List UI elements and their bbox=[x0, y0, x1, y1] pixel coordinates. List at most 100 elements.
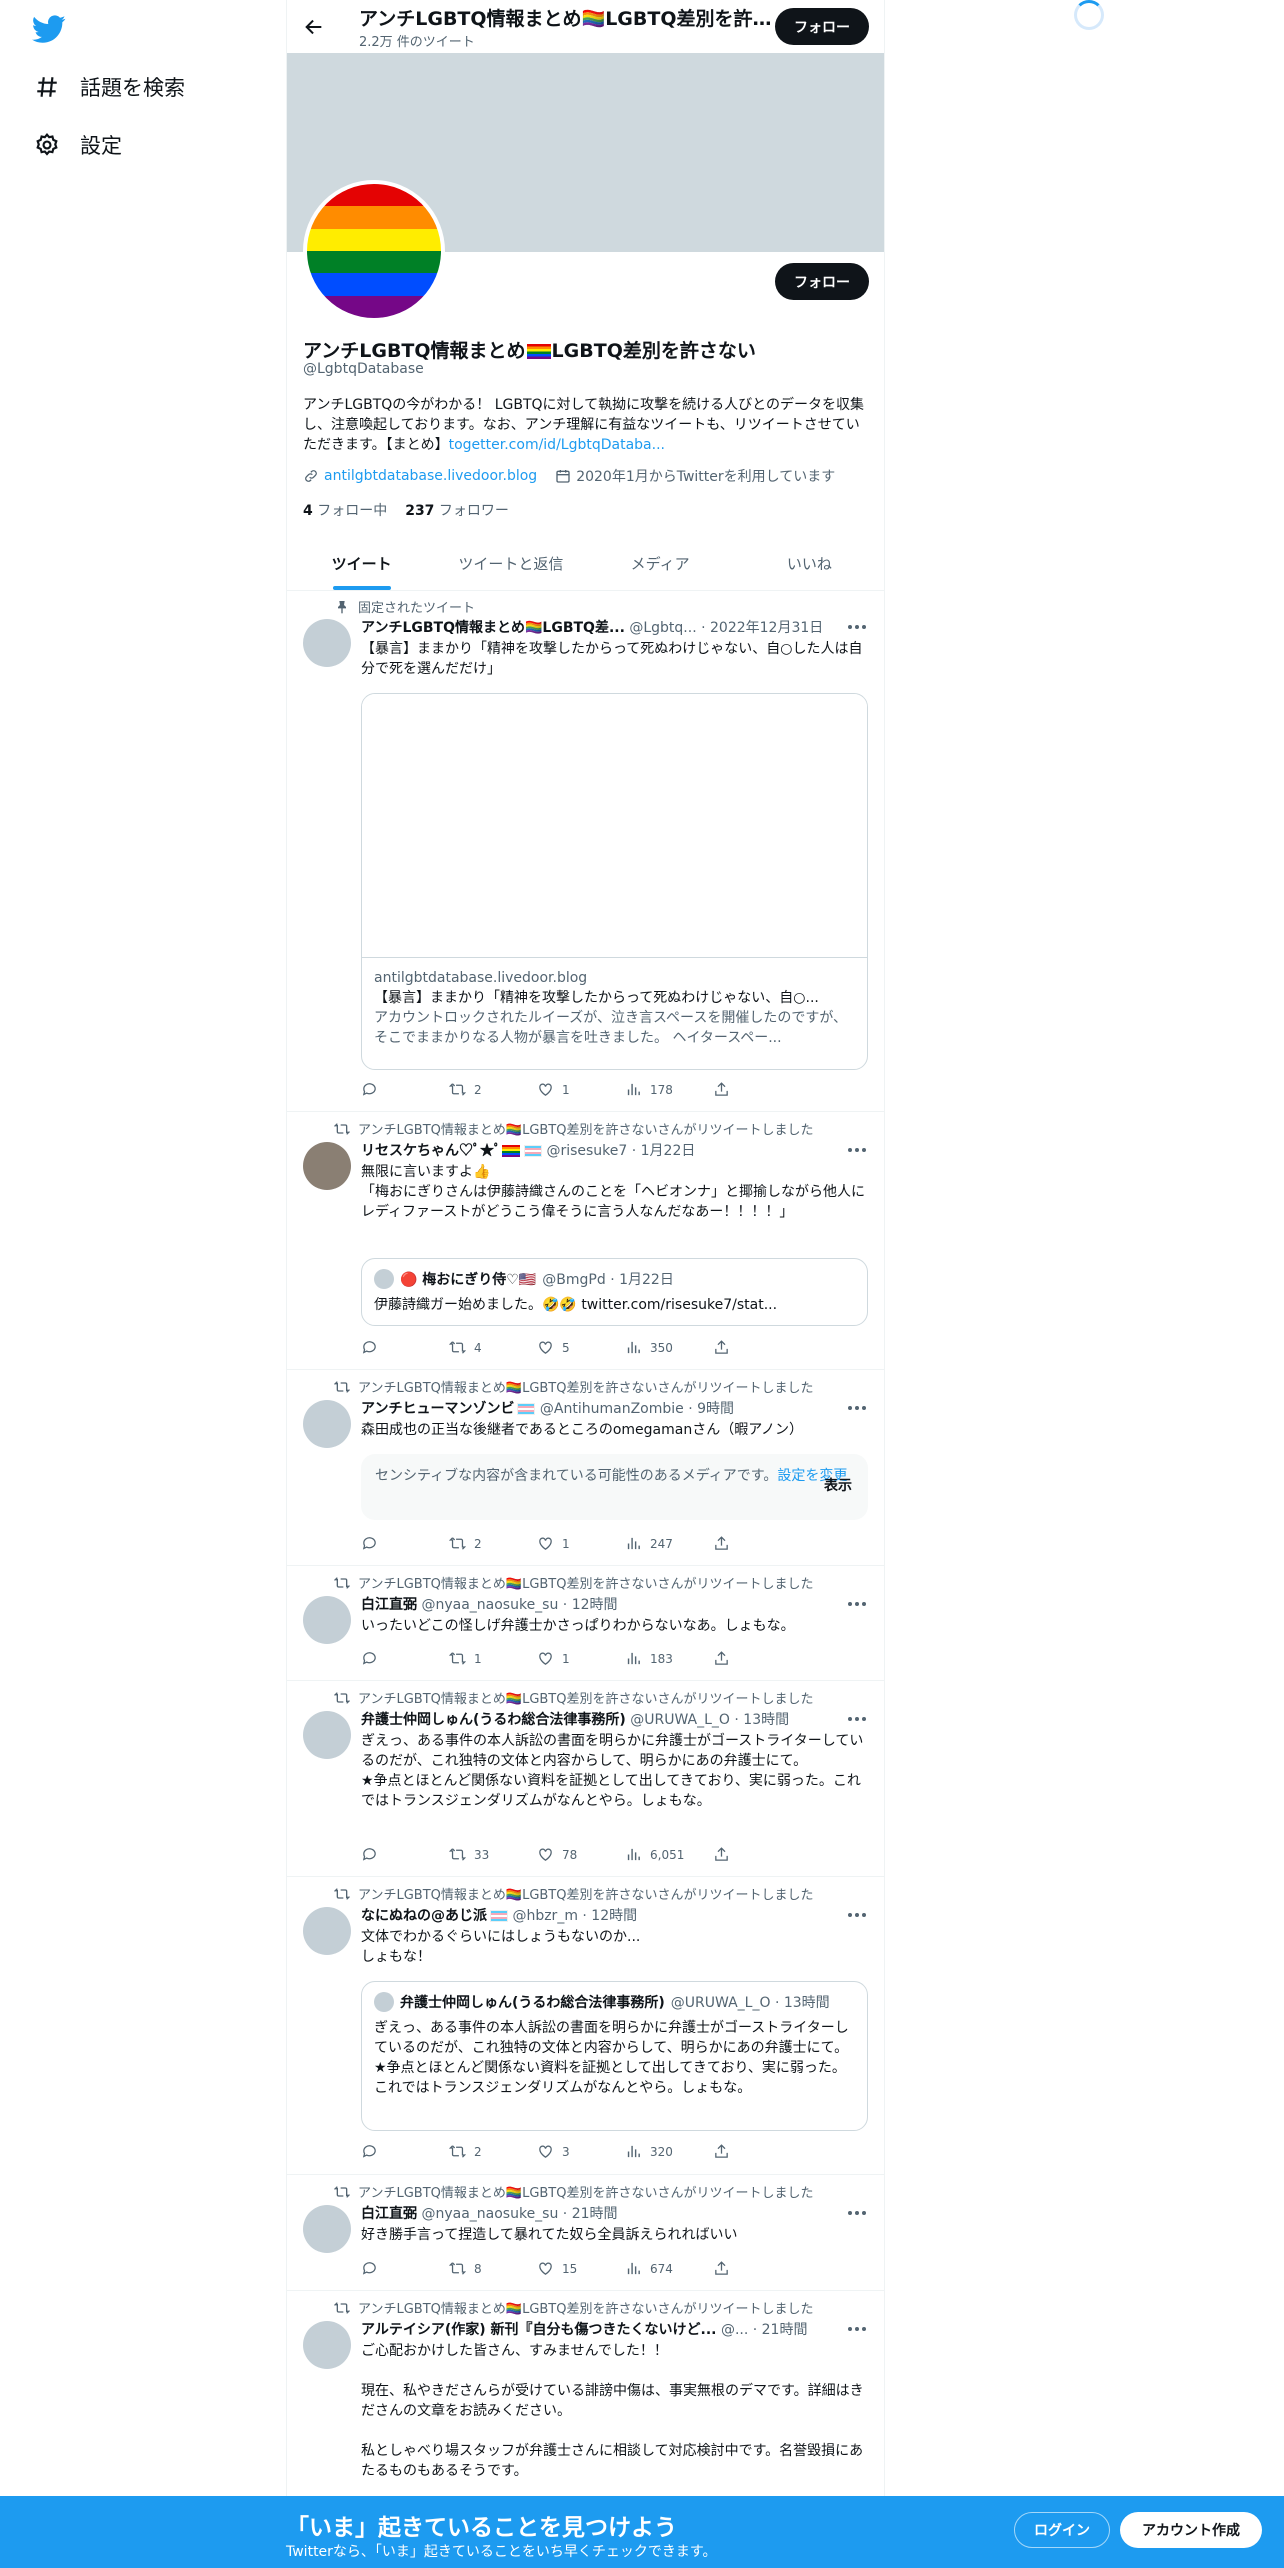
profile-follow-button[interactable]: フォロー bbox=[775, 263, 869, 300]
avatar[interactable] bbox=[303, 1596, 351, 1644]
author-meta[interactable]: @Lgbtq... · 2022年12月31日 bbox=[629, 620, 823, 636]
author-meta[interactable]: @risesuke7 · 1月22日 bbox=[546, 1143, 695, 1159]
share-button[interactable] bbox=[713, 2260, 801, 2277]
tab-tweets-and-replies[interactable]: ツイートと返信 bbox=[436, 536, 585, 590]
views-button[interactable]: 320 bbox=[625, 2143, 713, 2160]
avatar[interactable] bbox=[303, 1711, 351, 1759]
view-count: 247 bbox=[650, 1536, 673, 1551]
reply-button[interactable] bbox=[361, 1535, 449, 1552]
reply-button[interactable] bbox=[361, 2143, 449, 2160]
tweet-retweeted[interactable]: アンチLGBTQ情報まとめ🏳️‍🌈LGBTQ差別を許さないさんがリツイートしまし… bbox=[287, 1370, 884, 1566]
reply-button[interactable] bbox=[361, 1650, 449, 1667]
reply-button[interactable] bbox=[361, 1846, 449, 1863]
retweet-button[interactable]: 4 bbox=[449, 1339, 537, 1356]
reply-button[interactable] bbox=[361, 1081, 449, 1098]
quoted-tweet[interactable]: 弁護士仲岡しゅん(うるわ総合法律事務所) @URUWA_L_O · 13時間 ぎえ… bbox=[361, 1981, 868, 2131]
tweet-retweeted[interactable]: アンチLGBTQ情報まとめ🏳️‍🌈LGBTQ差別を許さないさんがリツイートしまし… bbox=[287, 1681, 884, 1877]
profile-bio-link[interactable]: togetter.com/id/LgbtqDataba... bbox=[449, 437, 665, 453]
like-button[interactable]: 1 bbox=[537, 1081, 625, 1098]
like-button[interactable]: 3 bbox=[537, 2143, 625, 2160]
retweet-button[interactable]: 2 bbox=[449, 2143, 537, 2160]
tweet-retweeted[interactable]: アンチLGBTQ情報まとめ🏳️‍🌈LGBTQ差別を許さないさんがリツイートしまし… bbox=[287, 1112, 884, 1370]
tweet-retweeted[interactable]: アンチLGBTQ情報まとめ🏳️‍🌈LGBTQ差別を許さないさんがリツイートしまし… bbox=[287, 1566, 884, 1681]
quoted-tweet[interactable]: 🔴 梅おにぎり侍♡🇺🇸 @BmgPd · 1月22日 伊藤詩織ガー始めました。🤣🤣… bbox=[361, 1258, 868, 1326]
profile-website[interactable]: antilgbtdatabase.livedoor.blog bbox=[303, 468, 537, 484]
more-options-icon[interactable] bbox=[848, 1601, 868, 1607]
share-button[interactable] bbox=[713, 1339, 801, 1356]
retweet-count: 2 bbox=[474, 2144, 482, 2159]
avatar[interactable] bbox=[303, 1142, 351, 1190]
retweet-button[interactable]: 1 bbox=[449, 1650, 537, 1667]
avatar[interactable] bbox=[303, 2205, 351, 2253]
share-button[interactable] bbox=[713, 2143, 801, 2160]
like-button[interactable]: 5 bbox=[537, 1339, 625, 1356]
author-meta[interactable]: @AntihumanZombie · 9時間 bbox=[540, 1401, 734, 1417]
tweet-pinned[interactable]: 固定されたツイート アンチLGBTQ情報まとめ🏳️‍🌈LGBTQ差... @Lg… bbox=[287, 591, 884, 1112]
tab-media[interactable]: メディア bbox=[586, 536, 735, 590]
like-button[interactable]: 1 bbox=[537, 1535, 625, 1552]
tab-tweets[interactable]: ツイート bbox=[287, 536, 436, 590]
quoted-text: 伊藤詩織ガー始めました。🤣🤣 twitter.com/risesuke7/sta… bbox=[374, 1297, 778, 1313]
more-options-icon[interactable] bbox=[848, 1147, 868, 1153]
tweet-retweeted[interactable]: アンチLGBTQ情報まとめ🏳️‍🌈LGBTQ差別を許さないさんがリツイートしまし… bbox=[287, 2175, 884, 2291]
tweet-retweeted[interactable]: アンチLGBTQ情報まとめ🏳️‍🌈LGBTQ差別を許さないさんがリツイートしまし… bbox=[287, 1877, 884, 2175]
views-button[interactable]: 247 bbox=[625, 1535, 713, 1552]
share-button[interactable] bbox=[713, 1081, 801, 1098]
author-name[interactable]: なにぬねの@あじ派 bbox=[361, 1908, 487, 1924]
more-options-icon[interactable] bbox=[848, 1405, 868, 1411]
author-name[interactable]: アンチLGBTQ情報まとめ🏳️‍🌈LGBTQ差... bbox=[361, 620, 625, 636]
retweet-button[interactable]: 2 bbox=[449, 1535, 537, 1552]
reply-button[interactable] bbox=[361, 2260, 449, 2277]
share-button[interactable] bbox=[713, 1535, 801, 1552]
views-button[interactable]: 178 bbox=[625, 1081, 713, 1098]
views-button[interactable]: 674 bbox=[625, 2260, 713, 2277]
author-meta[interactable]: @nyaa_naosuke_su · 21時間 bbox=[421, 2206, 617, 2222]
more-options-icon[interactable] bbox=[848, 2326, 868, 2332]
author-name[interactable]: 白江直弼 bbox=[361, 2206, 417, 2222]
tab-likes[interactable]: いいね bbox=[735, 536, 884, 590]
avatar[interactable] bbox=[303, 1907, 351, 1955]
followers-link[interactable]: 237 フォロワー bbox=[405, 500, 509, 520]
share-button[interactable] bbox=[713, 1650, 801, 1667]
signup-button[interactable]: アカウント作成 bbox=[1120, 2512, 1262, 2548]
author-name[interactable]: リセスケちゃん♡ﾟ★ﾟ bbox=[361, 1143, 501, 1159]
author-meta[interactable]: @URUWA_L_O · 13時間 bbox=[630, 1712, 789, 1728]
profile-website-link[interactable]: antilgbtdatabase.livedoor.blog bbox=[324, 468, 537, 484]
profile-avatar[interactable] bbox=[303, 180, 445, 322]
nav-settings[interactable]: 設定 bbox=[34, 130, 122, 160]
more-options-icon[interactable] bbox=[848, 1716, 868, 1722]
avatar[interactable] bbox=[303, 1400, 351, 1448]
like-button[interactable]: 78 bbox=[537, 1846, 625, 1863]
back-arrow-icon[interactable] bbox=[303, 16, 325, 38]
link-card[interactable]: antilgbtdatabase.livedoor.blog 【暴言】ままかり「… bbox=[361, 693, 868, 1070]
retweet-button[interactable]: 33 bbox=[449, 1846, 537, 1863]
retweet-button[interactable]: 8 bbox=[449, 2260, 537, 2277]
twitter-logo-icon[interactable] bbox=[32, 12, 66, 46]
header-follow-button[interactable]: フォロー bbox=[775, 8, 869, 45]
share-button[interactable] bbox=[713, 1846, 801, 1863]
retweet-icon bbox=[449, 1083, 466, 1096]
like-button[interactable]: 1 bbox=[537, 1650, 625, 1667]
avatar[interactable] bbox=[303, 619, 351, 667]
views-button[interactable]: 183 bbox=[625, 1650, 713, 1667]
show-media-button[interactable]: 表示 bbox=[824, 1476, 852, 1496]
login-button[interactable]: ログイン bbox=[1014, 2512, 1110, 2548]
author-name[interactable]: アルテイシア(作家) 新刊『自分も傷つきたくないけど... bbox=[361, 2322, 717, 2338]
author-name[interactable]: 白江直弼 bbox=[361, 1597, 417, 1613]
more-options-icon[interactable] bbox=[848, 624, 868, 630]
author-name[interactable]: 弁護士仲岡しゅん(うるわ総合法律事務所) bbox=[361, 1712, 626, 1728]
author-meta[interactable]: @... · 21時間 bbox=[721, 2322, 808, 2338]
like-button[interactable]: 15 bbox=[537, 2260, 625, 2277]
reply-button[interactable] bbox=[361, 1339, 449, 1356]
retweet-button[interactable]: 2 bbox=[449, 1081, 537, 1098]
nav-explore[interactable]: 話題を検索 bbox=[34, 72, 185, 102]
more-options-icon[interactable] bbox=[848, 2210, 868, 2216]
author-name[interactable]: アンチヒューマンゾンビ bbox=[361, 1401, 514, 1417]
following-link[interactable]: 4 フォロー中 bbox=[303, 500, 387, 520]
avatar[interactable] bbox=[303, 2321, 351, 2369]
author-meta[interactable]: @hbzr_m · 12時間 bbox=[512, 1908, 637, 1924]
author-meta[interactable]: @nyaa_naosuke_su · 12時間 bbox=[421, 1597, 617, 1613]
views-button[interactable]: 6,051 bbox=[625, 1846, 713, 1863]
more-options-icon[interactable] bbox=[848, 1912, 868, 1918]
views-button[interactable]: 350 bbox=[625, 1339, 713, 1356]
